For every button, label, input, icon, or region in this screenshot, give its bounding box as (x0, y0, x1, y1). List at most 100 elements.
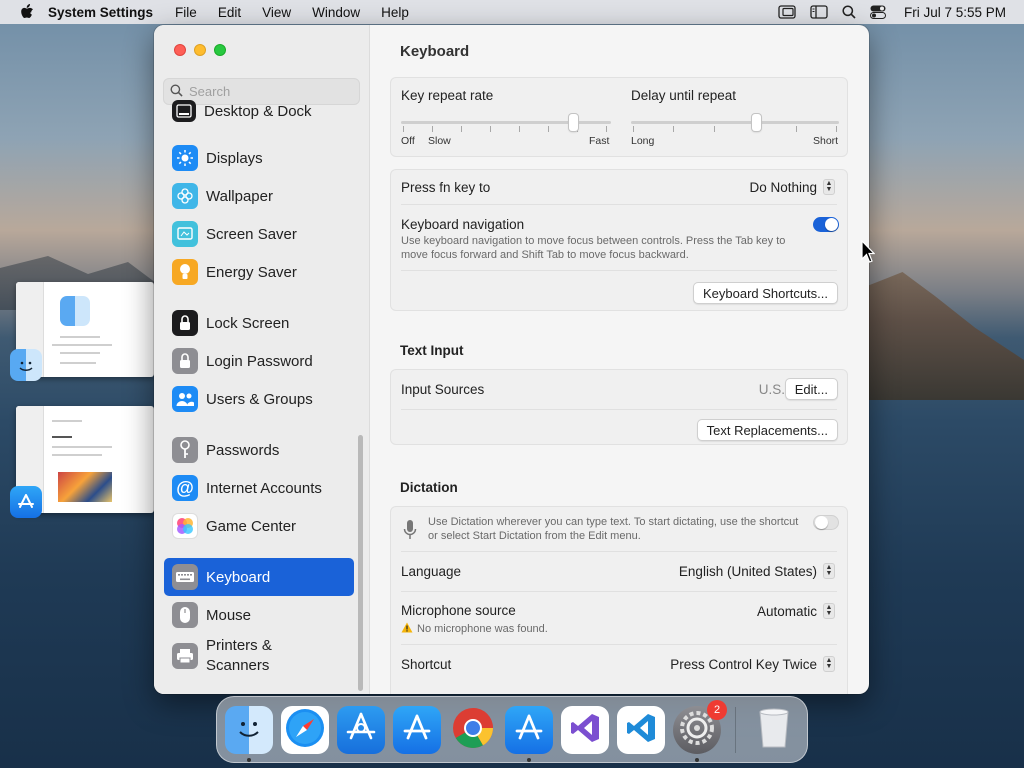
sidebar-item-printers-scanners[interactable]: Printers & Scanners (164, 634, 354, 678)
apple-menu-icon[interactable] (20, 4, 34, 20)
desktop-dock-icon (172, 100, 196, 122)
key-repeat-slider[interactable] (401, 108, 611, 138)
dictation-shortcut-value: Press Control Key Twice (670, 656, 817, 672)
microphone-source-popup[interactable]: Automatic ▲ ▼ (757, 603, 835, 619)
dock-separator (735, 706, 736, 753)
menu-view[interactable]: View (262, 5, 291, 20)
chevron-up-down-icon: ▲ ▼ (823, 656, 835, 672)
sidebar-item-energy-saver[interactable]: Energy Saver (164, 253, 354, 291)
delay-repeat-max-label: Short (813, 135, 839, 147)
dictation-toggle[interactable] (813, 515, 839, 530)
menu-bar: System Settings File Edit View Window He… (0, 0, 1024, 24)
microphone-warning: No microphone was found. (401, 621, 548, 636)
mouse-cursor-icon (861, 239, 876, 267)
search-icon (170, 84, 183, 100)
fn-key-label: Press fn key to (401, 180, 491, 195)
wallpaper-icon (172, 183, 198, 209)
sidebar-item-game-center[interactable]: Game Center (164, 507, 354, 545)
menu-window[interactable]: Window (312, 5, 360, 20)
spotlight-search-icon[interactable] (842, 5, 856, 19)
warning-icon (401, 621, 413, 636)
app-store-stage-icon[interactable] (10, 486, 42, 518)
sidebar-item-passwords[interactable]: Passwords (164, 431, 354, 469)
sidebar-item-login-password[interactable]: Login Password (164, 342, 354, 380)
vscode-icon (624, 711, 658, 748)
input-sources-label: Input Sources (401, 382, 485, 397)
chevron-up-down-icon: ▲ ▼ (823, 179, 835, 195)
sidebar-item-lock-screen[interactable]: Lock Screen (164, 304, 354, 342)
dictation-description: Use Dictation wherever you can type text… (428, 516, 799, 542)
trash-icon (756, 707, 792, 752)
keyboard-shortcuts-button[interactable]: Keyboard Shortcuts... (692, 282, 838, 304)
keyboard-navigation-description: Use keyboard navigation to move focus be… (401, 235, 786, 261)
screen-saver-icon (172, 221, 198, 247)
menu-help[interactable]: Help (381, 5, 409, 20)
dictation-language-value: English (United States) (678, 563, 817, 579)
minimize-window-button[interactable] (194, 44, 206, 56)
pane-title: Keyboard (400, 43, 470, 60)
displays-icon (172, 145, 198, 171)
finder-icon (233, 713, 265, 746)
stage-manager-icon[interactable] (778, 5, 796, 19)
sidebar-item-label: Energy Saver (206, 263, 297, 281)
delay-repeat-slider-knob[interactable] (751, 114, 761, 131)
search-input[interactable] (189, 84, 349, 99)
sidebar-item-label: Game Center (206, 517, 297, 535)
menu-file[interactable]: File (175, 5, 197, 20)
sidebar-item-label: Internet Accounts (206, 479, 322, 497)
dock-trash[interactable] (750, 706, 798, 754)
dock-xcode[interactable] (505, 705, 553, 762)
menu-edit[interactable]: Edit (218, 5, 241, 20)
sidebar-item-mouse[interactable]: Mouse (164, 596, 354, 634)
safari-icon (284, 707, 326, 752)
sidebar-item-desktop-dock[interactable]: Desktop & Dock (164, 100, 354, 122)
display-icon[interactable] (810, 5, 828, 19)
keyboard-navigation-label: Keyboard navigation (401, 217, 525, 232)
delay-repeat-slider[interactable] (631, 108, 839, 138)
dock-vscode[interactable] (617, 705, 665, 754)
dock-visual-studio[interactable] (561, 705, 609, 754)
xcode-icon (512, 711, 546, 748)
keyboard-navigation-toggle[interactable] (813, 217, 839, 232)
sidebar-item-screen-saver[interactable]: Screen Saver (164, 215, 354, 253)
dictation-language-label: Language (401, 564, 462, 579)
passwords-icon (172, 437, 198, 463)
finder-stage-icon[interactable] (10, 349, 42, 381)
menu-clock[interactable]: Fri Jul 7 5:55 PM (904, 5, 1006, 20)
text-input-heading: Text Input (400, 343, 464, 358)
control-center-icon[interactable] (869, 5, 886, 19)
close-window-button[interactable] (174, 44, 186, 56)
dictation-heading: Dictation (400, 480, 458, 495)
sidebar-item-internet-accounts[interactable]: @ Internet Accounts (164, 469, 354, 507)
sidebar: Desktop & Dock Displays Wallpaper Screen (154, 25, 370, 694)
input-sources-edit-button[interactable]: Edit... (784, 378, 838, 400)
app-store-icon (400, 711, 434, 748)
text-replacements-button[interactable]: Text Replacements... (696, 419, 838, 441)
sidebar-item-users-groups[interactable]: Users & Groups (164, 380, 354, 418)
key-repeat-slider-knob[interactable] (569, 114, 579, 131)
dock-safari[interactable] (281, 705, 329, 754)
dictation-language-popup[interactable]: English (United States) ▲ ▼ (679, 563, 835, 579)
sidebar-item-label: Printers & Scanners (206, 637, 272, 674)
microphone-source-label: Microphone source (401, 603, 516, 618)
dock-app-store[interactable] (393, 705, 441, 754)
fn-key-popup[interactable]: Do Nothing ▲ ▼ (749, 179, 835, 195)
sidebar-scrollbar[interactable] (358, 435, 363, 691)
dock-system-settings[interactable]: 2 (673, 699, 727, 762)
sidebar-item-wallpaper[interactable]: Wallpaper (164, 177, 354, 215)
chrome-icon (451, 706, 495, 753)
desktop-landscape-right (862, 272, 1024, 400)
sidebar-item-keyboard[interactable]: Keyboard (164, 558, 354, 596)
dock-chrome[interactable] (449, 706, 497, 754)
delay-repeat-min-label: Long (631, 135, 655, 147)
key-repeat-label: Key repeat rate (401, 88, 494, 103)
app-menu[interactable]: System Settings (48, 5, 153, 20)
sidebar-item-displays[interactable]: Displays (164, 139, 354, 177)
sidebar-item-label: Login Password (206, 352, 313, 370)
zoom-window-button[interactable] (214, 44, 226, 56)
dock-finder[interactable] (225, 705, 273, 762)
dictation-shortcut-popup[interactable]: Press Control Key Twice ▲ ▼ (670, 656, 835, 672)
dock-instruments[interactable] (337, 705, 385, 754)
energy-saver-icon (172, 259, 198, 285)
sidebar-list: Desktop & Dock Displays Wallpaper Screen (164, 100, 354, 678)
